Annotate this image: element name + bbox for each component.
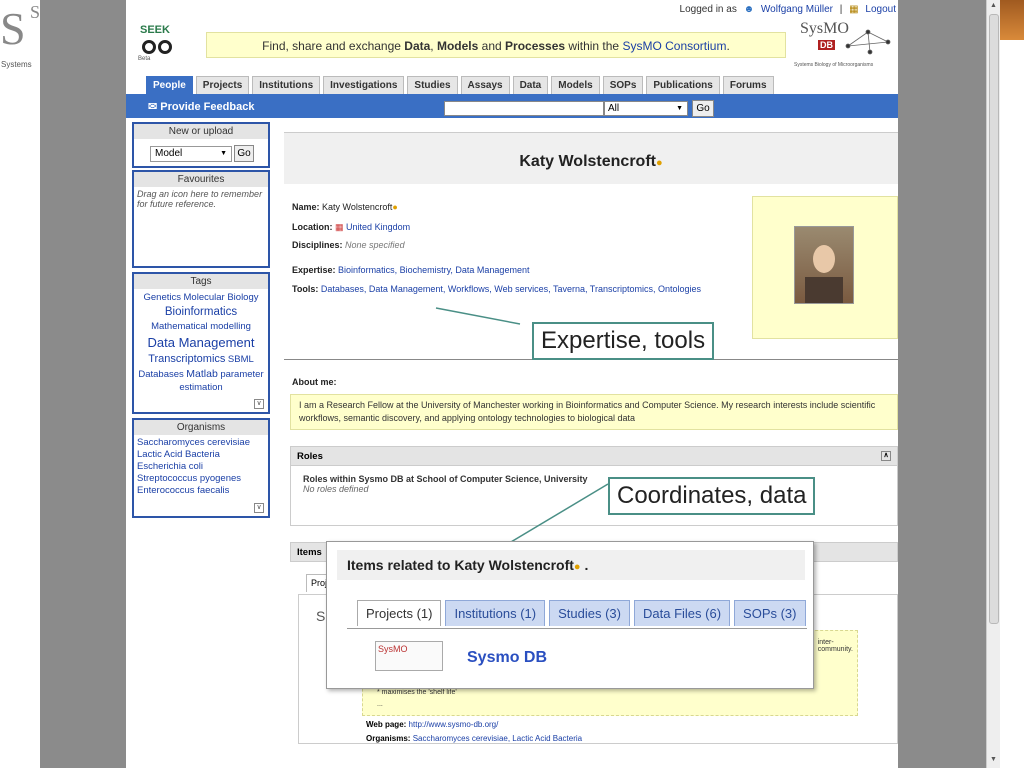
tab-related-studies[interactable]: Studies (3) <box>549 600 630 626</box>
tab-related-data-files[interactable]: Data Files (6) <box>634 600 731 626</box>
project-logo-text: SysMO <box>378 644 408 654</box>
zoom-title-end: . <box>584 557 589 573</box>
related-projects-panel: SysMO Sysmo DB <box>347 628 807 682</box>
sysmo-project-logo[interactable]: SysMO <box>375 641 443 671</box>
project-link[interactable]: Sysmo DB <box>467 649 547 667</box>
tab-related-projects[interactable]: Projects (1) <box>357 600 442 626</box>
zoomed-related-items: Items related to Katy Wolstencroft● . Pr… <box>326 541 814 689</box>
callout-coordinates: Coordinates, data <box>608 477 816 515</box>
tab-related-institutions[interactable]: Institutions (1) <box>445 600 546 626</box>
zoom-title-text: Items related to Katy Wolstencroft <box>347 557 574 573</box>
callout-expertise: Expertise, tools <box>532 322 715 360</box>
zoom-title: Items related to Katy Wolstencroft● . <box>337 550 805 580</box>
related-tabs: Projects (1) Institutions (1) Studies (3… <box>357 600 806 626</box>
tab-related-sops[interactable]: SOPs (3) <box>734 600 806 626</box>
person-icon: ● <box>573 561 581 573</box>
